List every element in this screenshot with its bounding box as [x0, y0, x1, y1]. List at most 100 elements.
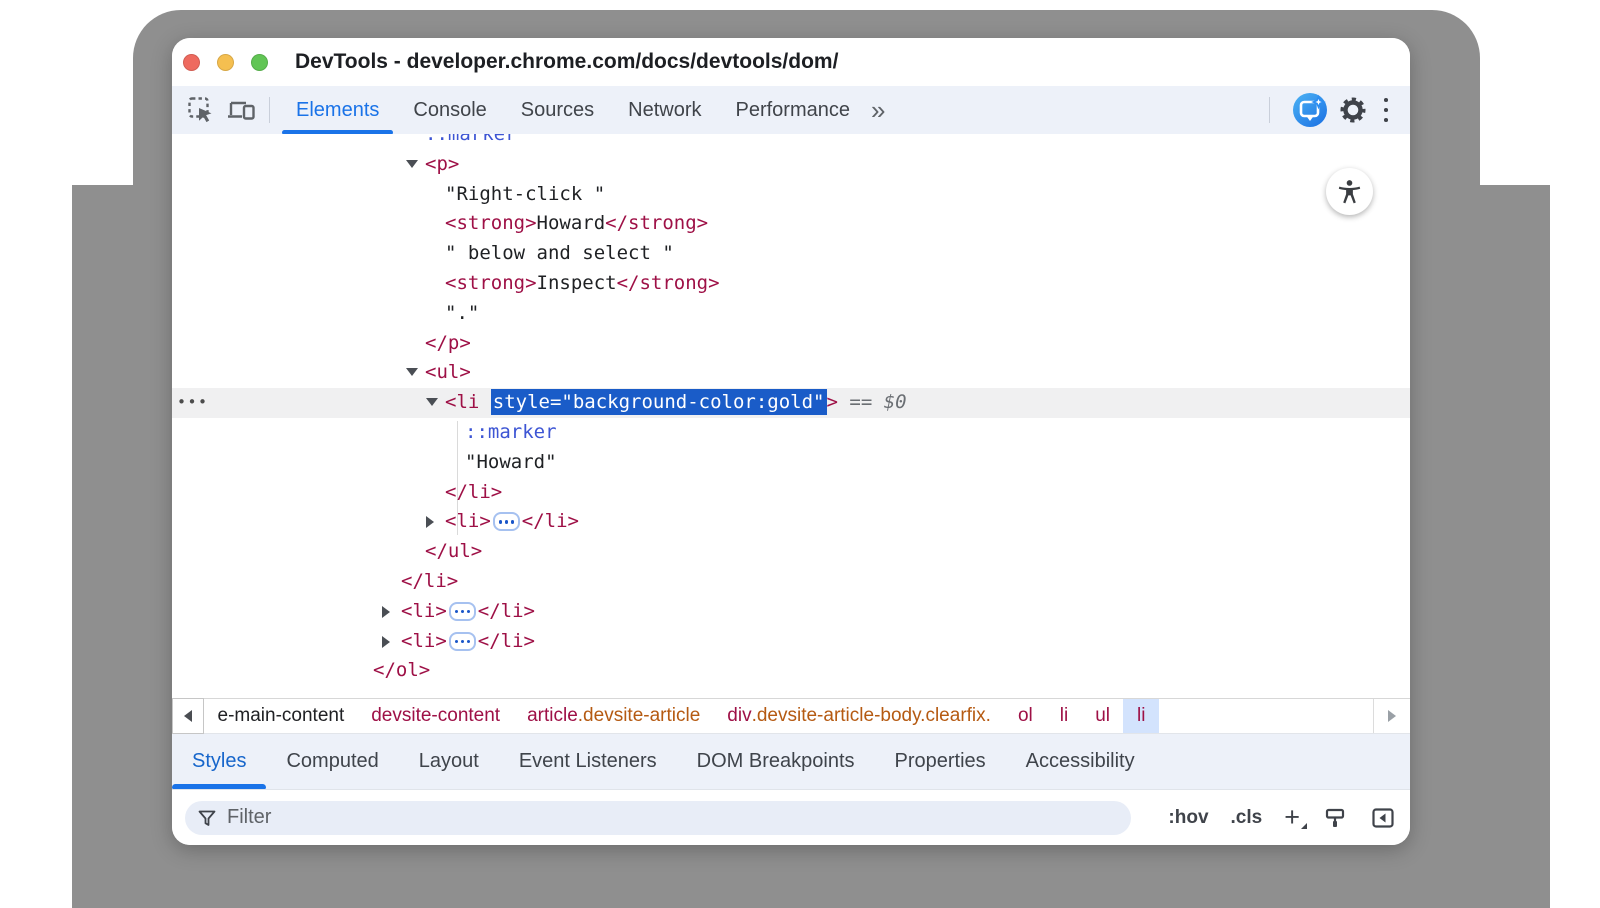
panel-tab-properties[interactable]: Properties: [875, 734, 1006, 789]
node-text: "Howard": [465, 451, 557, 473]
styles-toolbar: :hov .cls +: [172, 790, 1410, 845]
filter-funnel-icon: [197, 808, 217, 828]
rendering-emulation-button[interactable]: [1322, 805, 1348, 831]
dom-tree-row[interactable]: </li>: [172, 478, 1410, 508]
expand-arrow-icon[interactable]: [382, 606, 390, 618]
panel-tab-computed[interactable]: Computed: [266, 734, 398, 789]
panel-tab-label: DOM Breakpoints: [697, 750, 855, 772]
breadcrumb-item[interactable]: li: [1046, 699, 1081, 733]
breadcrumb-next-button[interactable]: [1373, 699, 1410, 733]
collapse-panel-icon: [1370, 805, 1396, 831]
hidden-children-ellipsis-button[interactable]: [449, 602, 476, 621]
node-tag: </li>: [401, 570, 458, 592]
node-tag: </ul>: [425, 540, 482, 562]
node-tag: <strong>: [445, 272, 537, 294]
accessibility-widget-button[interactable]: [1326, 168, 1373, 215]
dom-tree-row[interactable]: <li></li>: [172, 507, 1410, 537]
panel-tab-styles[interactable]: Styles: [172, 734, 266, 789]
panel-tab-accessibility[interactable]: Accessibility: [1006, 734, 1155, 789]
dom-tree-row[interactable]: "Right-click ": [172, 180, 1410, 210]
toolbar-divider-right: [1269, 97, 1270, 123]
node-tag: </li>: [522, 510, 579, 532]
close-button[interactable]: [183, 54, 200, 71]
hidden-children-ellipsis-button[interactable]: [449, 632, 476, 651]
dom-tree-row[interactable]: ::marker: [172, 418, 1410, 448]
breadcrumb-prev-button[interactable]: [172, 698, 204, 734]
more-tabs-button[interactable]: »: [871, 86, 885, 134]
hidden-children-ellipsis-button[interactable]: [493, 512, 520, 531]
dom-tree-row[interactable]: </li>: [172, 567, 1410, 597]
crumb-part: e-main-content: [218, 705, 345, 727]
crumb-part: div: [727, 705, 751, 727]
breadcrumb-item[interactable]: devsite-content: [358, 699, 514, 733]
dom-tree-row[interactable]: <li></li>: [172, 597, 1410, 627]
dom-tree-row[interactable]: </p>: [172, 329, 1410, 359]
dom-tree-row[interactable]: <strong>Inspect</strong>: [172, 269, 1410, 299]
zoom-button[interactable]: [251, 54, 268, 71]
toolbar-divider: [269, 97, 270, 123]
dom-tree-row[interactable]: </ol>: [172, 656, 1410, 686]
dom-tree-row[interactable]: <strong>Howard</strong>: [172, 209, 1410, 239]
styles-filter-field[interactable]: [185, 801, 1131, 835]
breadcrumb-item[interactable]: e-main-content: [204, 699, 358, 733]
new-style-rule-button[interactable]: +: [1284, 804, 1300, 831]
dom-tree-row[interactable]: <ul>: [172, 358, 1410, 388]
toggle-device-toolbar-button[interactable]: [224, 93, 258, 127]
dom-tree-row[interactable]: <p>: [172, 150, 1410, 180]
ai-assistant-icon: [1293, 93, 1327, 127]
tab-network[interactable]: Network: [611, 86, 718, 134]
row-menu-dots-icon[interactable]: •••: [177, 388, 209, 418]
breadcrumb: e-main-content devsite-content article.dev…: [172, 698, 1410, 734]
dom-tree-row[interactable]: ".": [172, 299, 1410, 329]
crumb-part: .devsite-article-body.clearfix.: [752, 705, 991, 727]
tab-label: Elements: [296, 99, 379, 121]
panel-tab-event-listeners[interactable]: Event Listeners: [499, 734, 677, 789]
dom-tree-row[interactable]: </ul>: [172, 537, 1410, 567]
expand-arrow-icon[interactable]: [426, 398, 438, 406]
expand-arrow-icon[interactable]: [406, 368, 418, 376]
kebab-menu-button[interactable]: [1376, 95, 1396, 125]
node-hl: style="background-color:gold": [491, 389, 827, 415]
chevron-right-icon: [1388, 710, 1396, 722]
dom-tree-row[interactable]: "Howard": [172, 448, 1410, 478]
inspect-element-button[interactable]: [184, 93, 218, 127]
breadcrumb-items: e-main-content devsite-content article.dev…: [204, 699, 1159, 733]
node-tag: </ol>: [373, 659, 430, 681]
ai-assistance-button[interactable]: [1293, 93, 1327, 127]
breadcrumb-item[interactable]: div.devsite-article-body.clearfix.: [714, 699, 1005, 733]
expand-arrow-icon[interactable]: [406, 160, 418, 168]
crumb-part: devsite-content: [371, 705, 500, 727]
crumb-part: li: [1060, 705, 1068, 727]
element-classes-button[interactable]: .cls: [1231, 807, 1263, 829]
dom-tree-row[interactable]: <li></li>: [172, 627, 1410, 657]
dom-tree-row[interactable]: " below and select ": [172, 239, 1410, 269]
toggle-sidebar-button[interactable]: [1370, 805, 1396, 831]
node-tag: <li: [445, 391, 491, 413]
tab-elements[interactable]: Elements: [279, 86, 396, 134]
node-tag: </li>: [478, 600, 535, 622]
tab-console[interactable]: Console: [396, 86, 503, 134]
node-dollar: $0: [884, 391, 907, 413]
node-tag: <li>: [401, 630, 447, 652]
expand-arrow-icon[interactable]: [382, 636, 390, 648]
dom-tree-selected-row[interactable]: •••<li style="background-color:gold"> ==…: [172, 388, 1410, 418]
breadcrumb-item[interactable]: ul: [1082, 699, 1124, 733]
devtools-tab-strip: Elements ConsoleSourcesNetworkPerformance: [279, 86, 867, 134]
dom-tree-row[interactable]: ::marker: [172, 134, 1410, 150]
settings-button[interactable]: [1336, 93, 1370, 127]
breadcrumb-item[interactable]: article.devsite-article: [514, 699, 714, 733]
styles-filter-input[interactable]: [225, 805, 1119, 830]
panel-tab-dom-breakpoints[interactable]: DOM Breakpoints: [677, 734, 875, 789]
tab-sources[interactable]: Sources: [504, 86, 611, 134]
crumb-part: ol: [1018, 705, 1033, 727]
devtools-toolbar: Elements ConsoleSourcesNetworkPerformance…: [172, 86, 1410, 135]
node-pseudo: ::marker: [425, 134, 517, 145]
tab-performance[interactable]: Performance: [719, 86, 868, 134]
panel-tab-layout[interactable]: Layout: [399, 734, 499, 789]
breadcrumb-item[interactable]: li: [1123, 699, 1158, 733]
minimize-button[interactable]: [217, 54, 234, 71]
toggle-element-state-button[interactable]: :hov: [1168, 807, 1208, 829]
breadcrumb-item[interactable]: ol: [1004, 699, 1046, 733]
node-tag: </strong>: [617, 272, 720, 294]
expand-arrow-icon[interactable]: [426, 516, 434, 528]
